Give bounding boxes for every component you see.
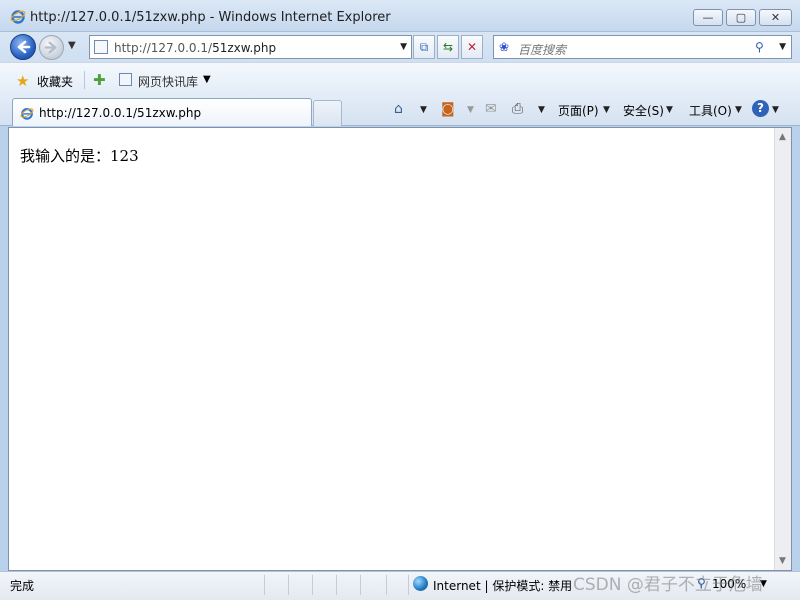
page-icon <box>94 40 108 54</box>
minimize-button[interactable]: — <box>693 9 723 26</box>
stop-button[interactable]: ✕ <box>461 35 483 59</box>
ie-page-icon <box>20 108 34 120</box>
navigation-bar: ▼ http://127.0.0.1/51zxw.php ▼ ⧉ ⇆ ✕ ❀ 百… <box>0 32 800 62</box>
web-slice-gallery-link[interactable]: 网页快讯库 <box>138 73 198 90</box>
back-arrow-icon <box>17 40 31 54</box>
tools-menu[interactable]: 工具(O) <box>689 102 732 119</box>
title-bar: http://127.0.0.1/51zxw.php - Windows Int… <box>0 0 800 32</box>
search-box[interactable]: ❀ 百度搜索 ⚲ ▼ <box>493 35 792 59</box>
compatibility-view-button[interactable]: ⧉ <box>413 35 435 59</box>
status-divider <box>408 575 409 595</box>
compatibility-icon: ⧉ <box>419 39 429 54</box>
internet-zone-globe-icon <box>413 576 428 591</box>
refresh-icon: ⇆ <box>442 40 454 54</box>
print-dropdown-icon[interactable]: ▼ <box>538 105 545 115</box>
page-menu[interactable]: 页面(P) <box>558 102 599 119</box>
safety-menu[interactable]: 安全(S) <box>623 102 664 119</box>
safety-menu-dropdown-icon[interactable]: ▼ <box>666 105 673 115</box>
search-options-dropdown-icon[interactable]: ▼ <box>779 42 786 52</box>
web-slice-icon <box>119 73 132 86</box>
maximize-button[interactable]: ▢ <box>726 9 756 26</box>
address-dropdown-icon[interactable]: ▼ <box>400 42 407 52</box>
tab-label: http://127.0.0.1/51zxw.php <box>39 106 202 120</box>
home-icon[interactable]: ⌂ <box>394 101 403 117</box>
status-text: 完成 <box>10 579 35 593</box>
watermark-text: CSDN @君子不立于危墙 <box>573 575 763 595</box>
status-divider <box>312 575 313 595</box>
add-to-favorites-bar-icon[interactable]: ✚ <box>93 71 106 89</box>
minimize-icon: — <box>702 11 714 24</box>
address-bar[interactable]: http://127.0.0.1/51zxw.php ▼ <box>89 35 412 59</box>
status-divider <box>336 575 337 595</box>
web-slice-dropdown-icon[interactable]: ▼ <box>203 74 211 85</box>
print-icon[interactable]: ⎙ <box>512 101 523 117</box>
forward-button[interactable] <box>39 35 64 60</box>
status-divider <box>360 575 361 595</box>
address-url[interactable]: http://127.0.0.1/51zxw.php <box>114 41 276 55</box>
feeds-dropdown-icon[interactable]: ▼ <box>467 105 474 115</box>
help-dropdown-icon[interactable]: ▼ <box>772 105 779 115</box>
search-input-placeholder[interactable]: 百度搜索 <box>518 41 566 58</box>
maximize-icon: ▢ <box>735 11 747 24</box>
ie-logo-icon <box>10 10 26 24</box>
tab-active[interactable]: http://127.0.0.1/51zxw.php <box>12 98 312 126</box>
security-zone-text[interactable]: Internet | 保护模式: 禁用 <box>433 577 572 594</box>
scroll-up-icon[interactable]: ▲ <box>779 132 786 142</box>
window-title: http://127.0.0.1/51zxw.php - Windows Int… <box>30 10 391 25</box>
feeds-icon[interactable]: ◙ <box>441 101 455 117</box>
status-divider <box>386 575 387 595</box>
vertical-scrollbar[interactable]: ▲ ▼ <box>774 128 791 570</box>
page-menu-dropdown-icon[interactable]: ▼ <box>603 105 610 115</box>
favorites-button[interactable]: 收藏夹 <box>37 73 73 90</box>
divider <box>84 71 85 89</box>
mail-icon[interactable]: ✉ <box>485 101 497 117</box>
refresh-button[interactable]: ⇆ <box>437 35 459 59</box>
tools-menu-dropdown-icon[interactable]: ▼ <box>735 105 742 115</box>
status-divider <box>264 575 265 595</box>
scroll-down-icon[interactable]: ▼ <box>779 556 786 566</box>
favorites-bar: ★ 收藏夹 ✚ 网页快讯库 ▼ <box>0 62 800 96</box>
close-icon: ✕ <box>770 11 781 24</box>
tab-bar: http://127.0.0.1/51zxw.php ⌂ ▼ ◙ ▼ ✉ ⎙ ▼… <box>0 96 800 126</box>
forward-arrow-icon <box>44 41 57 54</box>
page-content-area: 我输入的是：123 ▲ ▼ <box>8 127 792 571</box>
search-icon[interactable]: ⚲ <box>755 40 764 54</box>
favorites-star-icon[interactable]: ★ <box>16 72 29 90</box>
close-window-button[interactable]: ✕ <box>759 9 792 26</box>
baidu-logo-icon: ❀ <box>499 40 510 54</box>
help-icon[interactable]: ? <box>752 100 769 117</box>
stop-icon: ✕ <box>466 40 478 54</box>
back-button[interactable] <box>10 34 36 60</box>
status-divider <box>288 575 289 595</box>
home-dropdown-icon[interactable]: ▼ <box>420 105 427 115</box>
page-body-text: 我输入的是：123 <box>20 147 139 165</box>
new-tab-button[interactable] <box>313 100 342 126</box>
recent-pages-dropdown-icon[interactable]: ▼ <box>68 40 76 51</box>
